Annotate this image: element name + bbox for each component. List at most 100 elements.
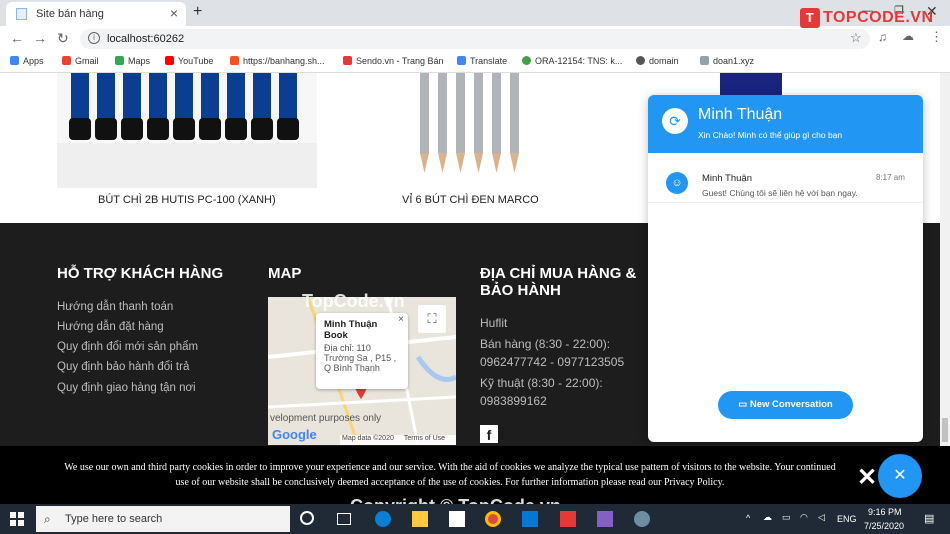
tray-chevron-icon[interactable]: ^ [746, 513, 750, 523]
menu-icon[interactable]: ⋮ [930, 29, 943, 45]
bookmark-banhang[interactable]: https://banhang.sh... [230, 56, 325, 66]
bookmark-doan1[interactable]: doan1.xyz [700, 56, 754, 66]
product-name[interactable]: BÚT CHÌ 2B HUTIS PC-100 (XANH) [98, 194, 276, 206]
edge-icon[interactable] [375, 511, 391, 527]
google-map[interactable]: Minh Thuận Book Địa chỉ: 110 Trường Sa ,… [268, 297, 456, 445]
bookmark-label: Gmail [75, 56, 99, 66]
close-tab-icon[interactable]: × [170, 5, 178, 21]
task-view-icon[interactable] [337, 513, 351, 525]
clock-date[interactable]: 7/25/2020 [864, 521, 904, 531]
map-info-window: Minh Thuận Book Địa chỉ: 110 Trường Sa ,… [316, 313, 408, 389]
product-image-partial[interactable] [720, 73, 782, 95]
onedrive-icon[interactable]: ☁ [763, 512, 772, 523]
store-icon[interactable] [449, 511, 465, 527]
forward-icon[interactable]: → [33, 30, 47, 46]
bookmark-label: Maps [128, 56, 151, 66]
gmail-icon [62, 56, 71, 65]
wifi-icon[interactable]: ◠ [800, 512, 808, 523]
map-dev-text: velopment purposes only [270, 413, 382, 424]
new-conversation-button[interactable]: ▭ New Conversation [718, 391, 853, 419]
bookmarks-bar: Apps Gmail Maps YouTube https://banhang.… [0, 51, 950, 73]
bookmark-youtube[interactable]: YouTube [165, 56, 213, 66]
page-favicon-icon [16, 8, 27, 20]
agent-avatar-icon: ⟳ [662, 108, 688, 134]
chat-greeting: Xin Chào! Minh có thể giúp gì cho bạn [698, 130, 843, 140]
support-link[interactable]: Hướng dẫn thanh toán [57, 301, 173, 313]
map-terms[interactable]: Terms of Use [404, 435, 445, 442]
bookmark-apps[interactable]: Apps [10, 56, 44, 66]
back-icon[interactable]: ← [10, 30, 24, 46]
reload-icon[interactable]: ↻ [57, 30, 69, 47]
browser-tab[interactable]: Site bán hàng × [6, 2, 186, 26]
scrollbar-thumb[interactable] [942, 418, 948, 442]
ora-icon [522, 56, 531, 65]
product-name[interactable]: VỈ 6 BÚT CHÌ ĐEN MARCO [402, 194, 539, 206]
chrome-icon[interactable] [485, 511, 501, 527]
google-logo: Google [272, 427, 317, 442]
clock-time[interactable]: 9:16 PM [868, 507, 902, 517]
app-icon[interactable] [560, 511, 576, 527]
message-time: 8:17 am [876, 173, 905, 182]
volume-icon[interactable]: ◁ [818, 512, 825, 523]
youtube-icon [165, 56, 174, 65]
map-info-address: Địa chỉ: 110 Trường Sa , P15 , Q Bình Th… [324, 343, 397, 373]
support-link[interactable]: Hướng dẫn đặt hàng [57, 321, 164, 333]
file-explorer-icon[interactable] [412, 511, 428, 527]
sendo-icon [343, 56, 352, 65]
cortana-icon[interactable] [300, 511, 314, 525]
tech-phone[interactable]: 0983899162 [480, 394, 547, 408]
sales-label: Bán hàng (8:30 - 22:00): [480, 337, 611, 351]
notifications-icon[interactable]: ▤ [924, 512, 934, 525]
sales-phone[interactable]: 0962477742 - 0977123505 [480, 355, 624, 369]
support-link[interactable]: Quy định bảo hành đổi trả [57, 361, 189, 373]
bookmark-label: Sendo.vn - Trang Bán [356, 56, 444, 66]
language-indicator[interactable]: ENG [837, 514, 857, 524]
bookmark-gmail[interactable]: Gmail [62, 56, 99, 66]
media-icon[interactable]: ♫ [878, 30, 887, 44]
network-icon[interactable]: ▭ [782, 512, 791, 523]
map-watermark: TopCode.vn [302, 291, 405, 311]
page-icon [700, 56, 709, 65]
logo-text: TOPCODE.VN [823, 9, 934, 26]
store-name: Huflit [480, 316, 508, 330]
page-scrollbar[interactable] [940, 73, 950, 446]
windows-start-icon[interactable] [10, 512, 24, 526]
cloud-icon[interactable]: ☁ [902, 29, 914, 43]
tab-title: Site bán hàng [36, 8, 104, 20]
bookmark-star-icon[interactable]: ☆ [850, 30, 862, 46]
paint-icon[interactable] [634, 511, 650, 527]
url-bar[interactable]: i localhost:60262 [80, 29, 870, 49]
product-image-marco[interactable] [410, 73, 530, 183]
support-link[interactable]: Quy định đổi mới sản phẩm [57, 341, 198, 353]
support-link[interactable]: Quy định giao hàng tận nơi [57, 382, 196, 394]
translate-icon [457, 56, 466, 65]
info-icon[interactable]: i [88, 32, 100, 44]
bookmark-label: Apps [23, 56, 44, 66]
map-info-close-icon[interactable]: × [398, 314, 404, 325]
chat-close-fab[interactable]: ✕ [878, 454, 922, 498]
tech-label: Kỹ thuật (8:30 - 22:00): [480, 376, 603, 390]
chat-bubble-icon: ▭ [738, 399, 750, 410]
chat-header: ⟳ Minh Thuận Xin Chào! Minh có thể giúp … [648, 95, 923, 153]
topcode-logo: T TOPCODE.VN [800, 8, 934, 28]
bookmark-ora[interactable]: ORA-12154: TNS: k... [522, 56, 622, 66]
bot-avatar-icon: ☺ [666, 172, 688, 194]
bookmark-translate[interactable]: Translate [457, 56, 507, 66]
chat-message-row[interactable]: ☺ Minh Thuận 8:17 am Guest! Chúng tôi sẽ… [648, 153, 923, 203]
bookmark-domain[interactable]: domain [636, 56, 679, 66]
bookmark-sendo[interactable]: Sendo.vn - Trang Bán [343, 56, 444, 66]
mail-icon[interactable] [522, 511, 538, 527]
visual-studio-icon[interactable] [597, 511, 613, 527]
new-tab-button[interactable]: + [193, 3, 202, 21]
url-text: localhost:60262 [107, 33, 185, 45]
product-image-hutis[interactable] [57, 73, 317, 188]
fullscreen-icon[interactable]: ⛶ [418, 305, 446, 333]
taskbar-search[interactable]: ⌕ Type here to search [36, 506, 290, 532]
facebook-icon[interactable]: f [480, 425, 498, 443]
bookmark-maps[interactable]: Maps [115, 56, 150, 66]
cookie-close-button[interactable]: ✕ [857, 463, 877, 492]
address-heading: ĐỊA CHỈ MUA HÀNG & BẢO HÀNH [480, 265, 637, 299]
search-placeholder: Type here to search [65, 513, 163, 525]
chat-widget: ⟳ Minh Thuận Xin Chào! Minh có thể giúp … [648, 95, 923, 442]
shop-icon [230, 56, 239, 65]
